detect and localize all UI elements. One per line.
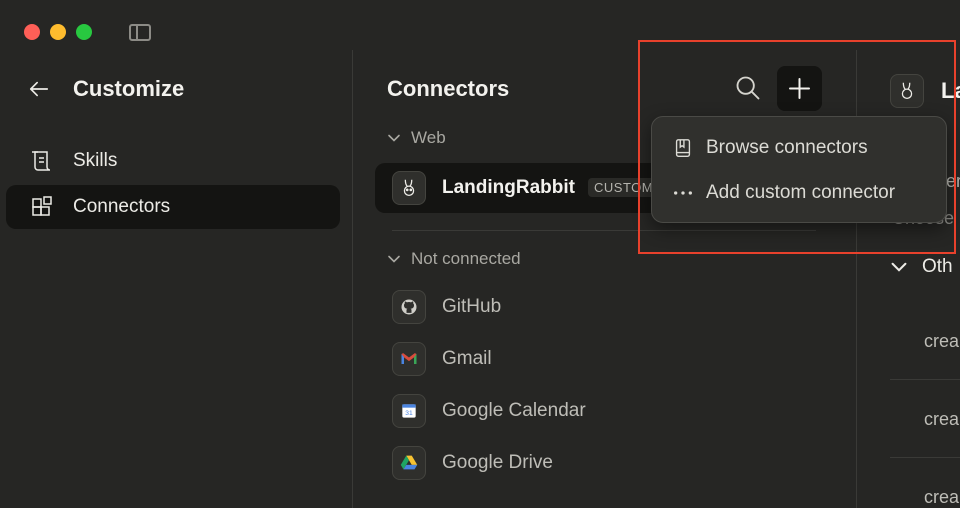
connectors-title: Connectors (387, 76, 510, 101)
github-icon (392, 290, 426, 324)
divider (890, 457, 960, 458)
column-divider (352, 50, 353, 508)
maximize-window-button[interactable] (76, 24, 92, 40)
section-web[interactable]: Web (387, 128, 446, 148)
annotation-highlight-box (638, 40, 956, 254)
sidebar-item-connectors[interactable]: Connectors (6, 185, 340, 229)
section-label: Oth (922, 256, 953, 277)
close-window-button[interactable] (24, 24, 40, 40)
connector-name: Google Drive (442, 452, 553, 473)
google-calendar-icon: 31 (392, 394, 426, 428)
connectors-icon (32, 196, 52, 216)
sidebar-item-label: Skills (73, 150, 118, 171)
connector-google-calendar[interactable]: 31 Google Calendar (392, 394, 692, 428)
sidebar-item-label: Connectors (73, 196, 171, 217)
chevron-down-icon (388, 134, 400, 142)
connector-name: GitHub (442, 296, 502, 317)
connector-name: LandingRabbit (442, 177, 575, 198)
list-item[interactable]: crea (924, 487, 959, 508)
section-other[interactable]: Oth (890, 256, 953, 278)
section-label: Not connected (411, 249, 521, 268)
connector-landingrabbit[interactable]: LandingRabbit CUSTOM (375, 163, 665, 213)
gmail-icon (392, 342, 426, 376)
list-item[interactable]: crea (924, 331, 959, 352)
connector-gmail[interactable]: Gmail (392, 342, 692, 376)
page-title: Customize (73, 76, 185, 101)
back-arrow-icon[interactable] (28, 78, 50, 100)
sidebar-toggle-icon[interactable] (129, 24, 151, 41)
window-controls (24, 24, 92, 40)
divider (890, 379, 960, 380)
chevron-down-icon (891, 262, 907, 272)
google-drive-icon (392, 446, 426, 480)
svg-text:31: 31 (405, 410, 413, 417)
connector-google-drive[interactable]: Google Drive (392, 446, 692, 480)
scroll-icon (32, 151, 51, 171)
connector-github[interactable]: GitHub (392, 290, 692, 324)
chevron-down-icon (388, 255, 400, 263)
list-item[interactable]: crea (924, 409, 959, 430)
rabbit-icon (392, 171, 426, 205)
minimize-window-button[interactable] (50, 24, 66, 40)
connector-name: Google Calendar (442, 400, 586, 421)
sidebar-item-skills[interactable]: Skills (6, 139, 340, 183)
section-not-connected[interactable]: Not connected (387, 249, 521, 269)
section-label: Web (411, 128, 446, 147)
connector-name: Gmail (442, 348, 492, 369)
